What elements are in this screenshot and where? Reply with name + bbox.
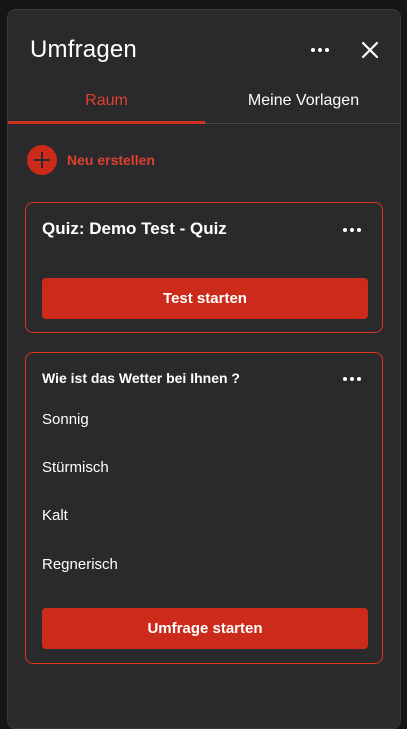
active-tab-indicator bbox=[8, 121, 205, 124]
poll-option: Sonnig bbox=[42, 411, 89, 428]
plus-circle-icon bbox=[27, 145, 57, 175]
tab-raum[interactable]: Raum bbox=[8, 86, 205, 123]
start-poll-button[interactable]: Umfrage starten bbox=[42, 608, 368, 649]
poll-option: Kalt bbox=[42, 507, 68, 524]
quiz-card: Quiz: Demo Test - Quiz Test starten bbox=[25, 202, 383, 333]
new-create-button[interactable]: Neu erstellen bbox=[27, 145, 155, 175]
poll-option: Regnerisch bbox=[42, 556, 118, 573]
new-create-label: Neu erstellen bbox=[67, 152, 155, 168]
poll-option: Stürmisch bbox=[42, 459, 109, 476]
tab-bar: Raum Meine Vorlagen bbox=[8, 86, 400, 124]
quiz-more-icon[interactable] bbox=[340, 221, 364, 239]
close-icon[interactable] bbox=[358, 38, 382, 62]
polls-panel: Umfragen Raum Meine Vorlagen Neu erstell… bbox=[7, 9, 401, 729]
panel-title: Umfragen bbox=[30, 36, 137, 63]
quiz-title: Quiz: Demo Test - Quiz bbox=[42, 219, 227, 238]
panel-header: Umfragen bbox=[8, 10, 400, 90]
more-options-icon[interactable] bbox=[306, 40, 334, 60]
start-test-button[interactable]: Test starten bbox=[42, 278, 368, 319]
poll-question: Wie ist das Wetter bei Ihnen ? bbox=[42, 370, 240, 386]
tab-meine-vorlagen[interactable]: Meine Vorlagen bbox=[205, 86, 400, 123]
poll-card: Wie ist das Wetter bei Ihnen ? Sonnig St… bbox=[25, 352, 383, 664]
poll-more-icon[interactable] bbox=[340, 370, 364, 388]
